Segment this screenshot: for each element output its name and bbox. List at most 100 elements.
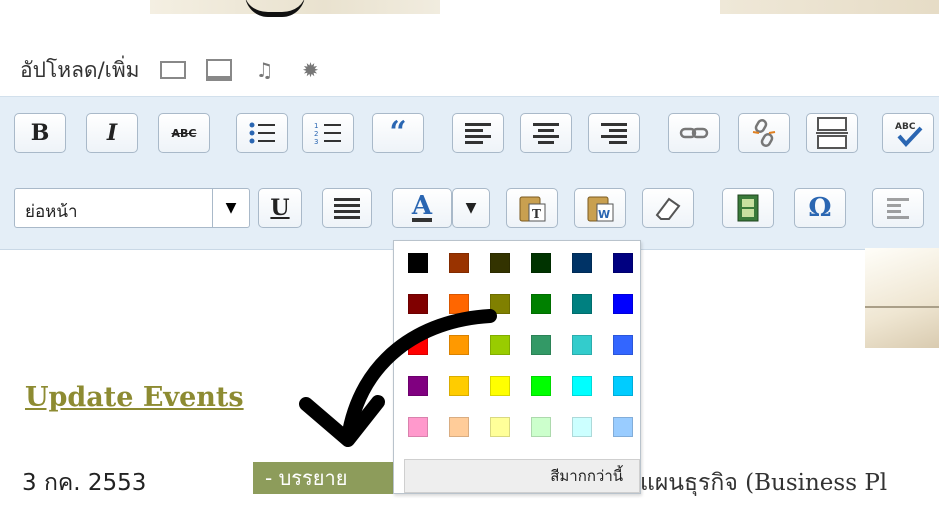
text-color-icon: A	[411, 191, 433, 222]
bold-button[interactable]: B	[14, 113, 66, 153]
photo-strip	[0, 0, 939, 17]
color-swatch[interactable]	[490, 417, 510, 437]
spellcheck-button[interactable]: ABC	[882, 113, 934, 153]
color-swatch[interactable]	[449, 253, 469, 273]
strikethrough-icon: ABC	[171, 126, 197, 140]
color-swatch[interactable]	[613, 253, 633, 273]
numbered-list-icon: 123	[314, 122, 341, 145]
link-icon	[679, 127, 709, 139]
color-swatch[interactable]	[408, 294, 428, 314]
color-swatch[interactable]	[490, 253, 510, 273]
bullet-list-button[interactable]	[236, 113, 288, 153]
strikethrough-button[interactable]: ABC	[158, 113, 210, 153]
photo-image	[150, 0, 440, 17]
svg-text:1: 1	[314, 122, 318, 130]
justify-button[interactable]	[322, 188, 372, 228]
svg-text:3: 3	[314, 138, 318, 145]
bold-icon: B	[30, 120, 50, 146]
color-swatch[interactable]	[408, 335, 428, 355]
color-swatch[interactable]	[408, 376, 428, 396]
italic-button[interactable]: I	[86, 113, 138, 153]
color-swatch[interactable]	[572, 376, 592, 396]
add-image-icon[interactable]	[159, 57, 186, 83]
more-colors-button[interactable]: สีมากกว่านี้	[404, 459, 640, 493]
special-char-button[interactable]: Ω	[794, 188, 846, 228]
text-color-dropdown[interactable]: ▼	[452, 188, 490, 228]
text-color-button[interactable]: A	[392, 188, 452, 228]
photo-image	[865, 248, 939, 348]
color-swatch[interactable]	[572, 335, 592, 355]
numbered-list-button[interactable]: 123	[302, 113, 354, 153]
svg-text:T: T	[532, 207, 541, 221]
align-right-button[interactable]	[588, 113, 640, 153]
blockquote-button[interactable]: “	[372, 113, 424, 153]
color-swatch[interactable]	[531, 417, 551, 437]
unlink-button[interactable]	[738, 113, 790, 153]
event-date: 3 กค. 2553	[22, 470, 147, 496]
insert-link-button[interactable]	[668, 113, 720, 153]
color-swatch[interactable]	[613, 376, 633, 396]
eraser-icon	[655, 197, 681, 220]
bullet-list-icon	[249, 122, 275, 144]
upload-row: อัปโหลด/เพิ่ม ♫ ✹	[20, 44, 324, 96]
remove-format-button[interactable]	[642, 188, 694, 228]
color-palette: สีมากกว่านี้	[393, 240, 641, 494]
chevron-down-icon: ▼	[465, 200, 477, 216]
photo-image	[720, 0, 939, 14]
upload-label: อัปโหลด/เพิ่ม	[20, 57, 140, 82]
svg-text:W: W	[598, 208, 610, 221]
color-swatch[interactable]	[613, 294, 633, 314]
color-swatch[interactable]	[408, 253, 428, 273]
omega-icon: Ω	[808, 193, 832, 223]
color-swatch[interactable]	[531, 294, 551, 314]
format-select[interactable]: ย่อหน้า ▼	[14, 188, 250, 228]
add-media-icon[interactable]: ✹	[298, 57, 324, 83]
color-swatch[interactable]	[613, 417, 633, 437]
paste-text-icon: T	[519, 196, 546, 222]
italic-icon: I	[106, 120, 118, 146]
color-swatch[interactable]	[572, 417, 592, 437]
color-swatch[interactable]	[572, 294, 592, 314]
format-select-value: ย่อหน้า	[25, 202, 78, 222]
blockquote-icon: “	[389, 115, 407, 150]
color-swatch[interactable]	[490, 376, 510, 396]
color-swatch[interactable]	[408, 417, 428, 437]
underline-button[interactable]: U	[258, 188, 302, 228]
event-title: แผนธุรกิจ (Business Pl	[640, 470, 888, 496]
chevron-down-icon[interactable]: ▼	[212, 189, 249, 227]
color-swatch[interactable]	[449, 417, 469, 437]
color-swatch[interactable]	[531, 335, 551, 355]
editor-toolbar: B I ABC 123 “ ABC ย่อหน้า ▼ U A ▼ T W Ω	[0, 96, 939, 250]
paste-word-icon: W	[587, 196, 614, 222]
paste-word-button[interactable]: W	[574, 188, 626, 228]
event-badge: - บรรยาย	[253, 462, 393, 494]
align-left-button[interactable]	[452, 113, 504, 153]
events-title[interactable]: Update Events	[25, 382, 244, 413]
color-swatch[interactable]	[490, 294, 510, 314]
unlink-icon	[752, 119, 776, 147]
align-right-icon	[601, 122, 627, 144]
color-swatch[interactable]	[490, 335, 510, 355]
color-swatch[interactable]	[613, 335, 633, 355]
color-swatch[interactable]	[531, 253, 551, 273]
insert-more-button[interactable]	[806, 113, 858, 153]
justify-icon	[334, 197, 360, 219]
more-tag-icon	[816, 117, 848, 149]
color-swatch[interactable]	[572, 253, 592, 273]
add-audio-icon[interactable]: ♫	[252, 57, 278, 83]
spellcheck-icon: ABC	[895, 122, 923, 147]
color-swatch[interactable]	[449, 335, 469, 355]
add-video-icon[interactable]	[205, 57, 232, 83]
color-swatch[interactable]	[449, 294, 469, 314]
color-swatch[interactable]	[531, 376, 551, 396]
color-swatch[interactable]	[449, 376, 469, 396]
align-center-icon	[533, 122, 559, 144]
insert-media-button[interactable]	[722, 188, 774, 228]
outdent-button[interactable]	[872, 188, 924, 228]
film-icon	[737, 194, 759, 222]
paste-text-button[interactable]: T	[506, 188, 558, 228]
outdent-icon	[887, 197, 909, 219]
svg-text:2: 2	[314, 130, 318, 138]
align-left-icon	[465, 122, 491, 144]
align-center-button[interactable]	[520, 113, 572, 153]
